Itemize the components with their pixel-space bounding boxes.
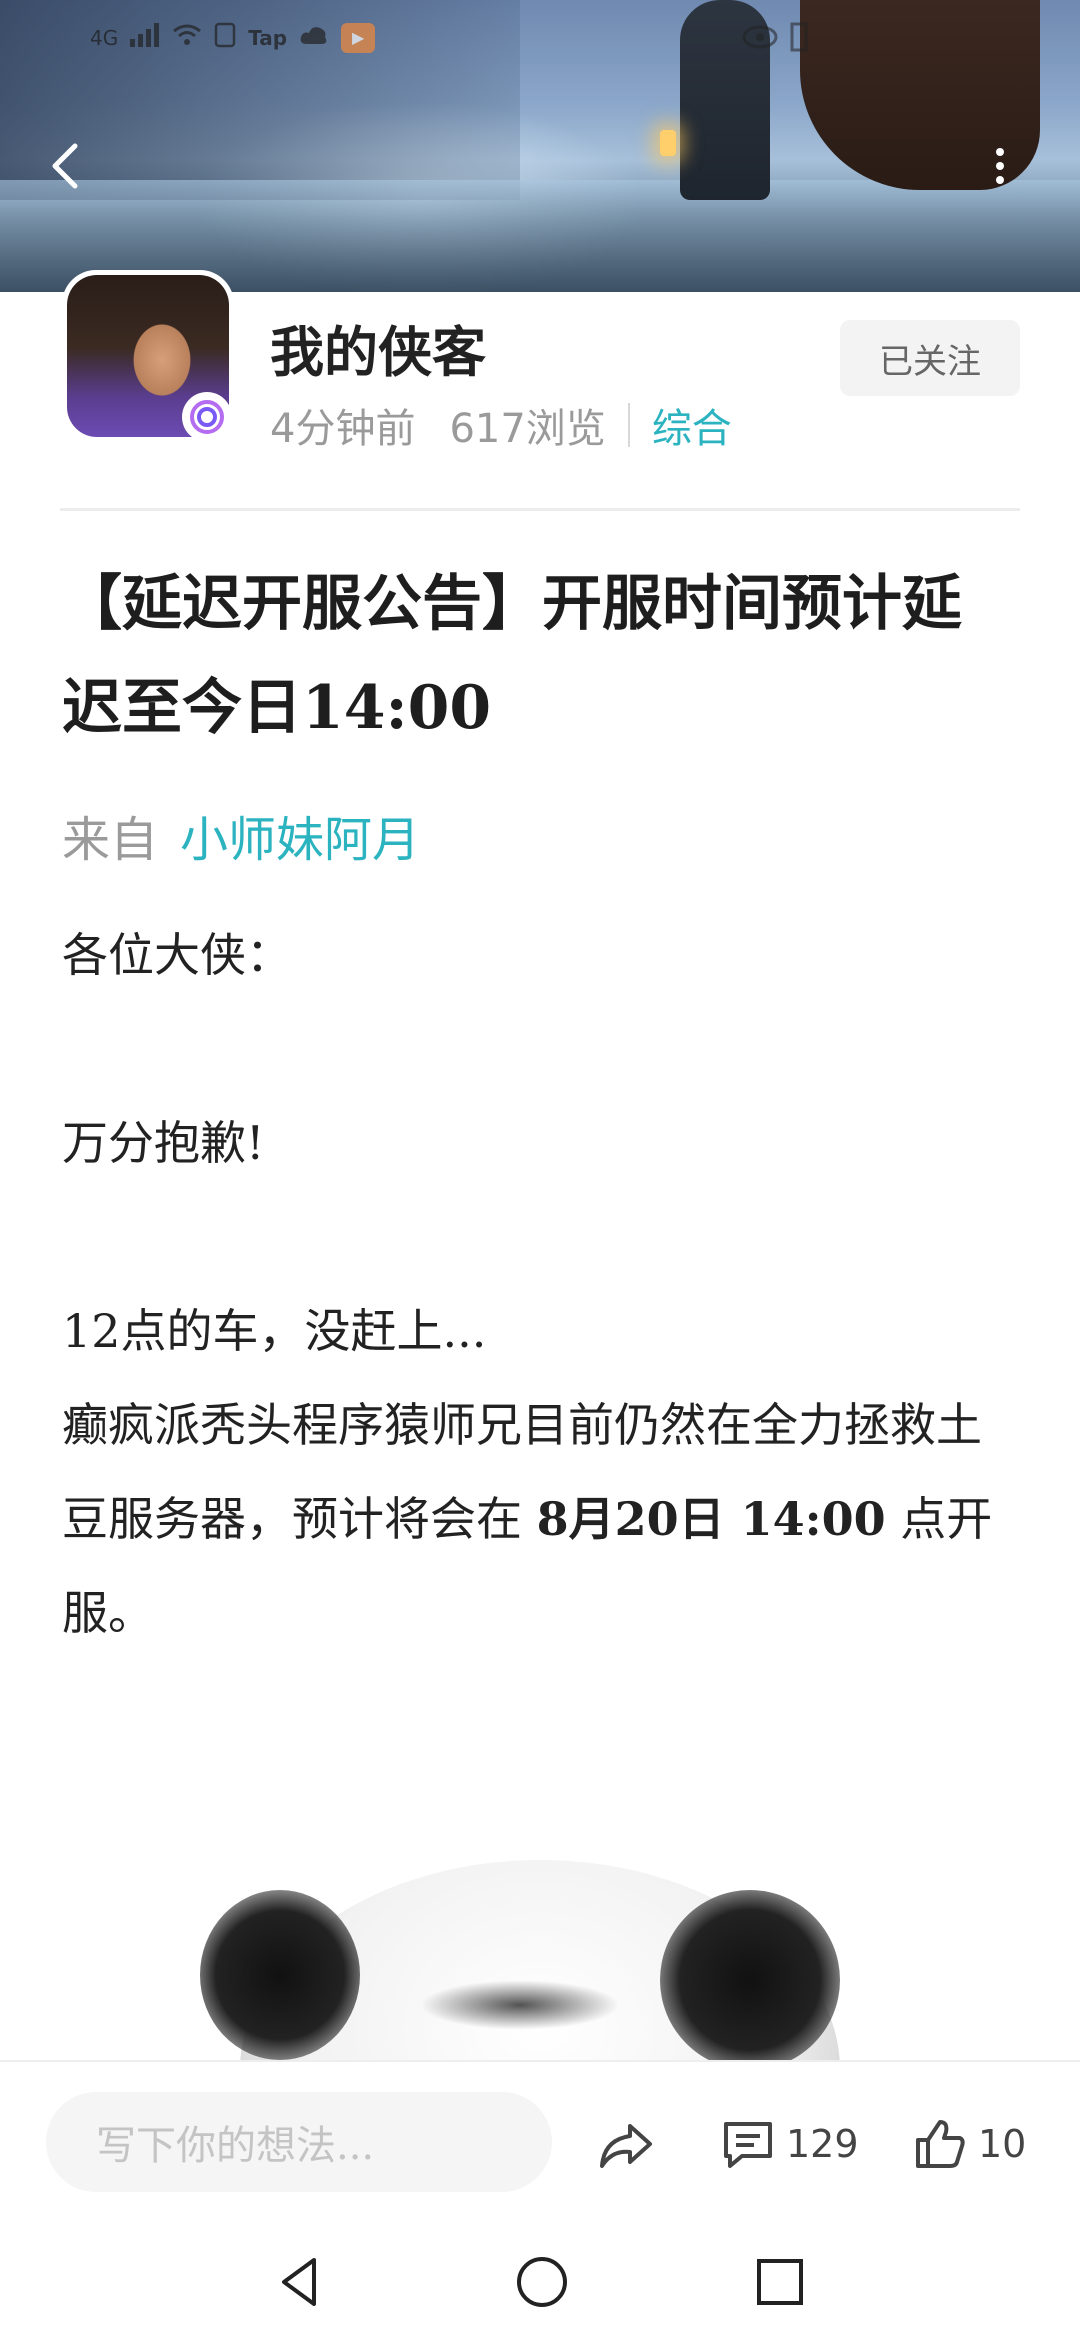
app-name[interactable]: 我的侠客 <box>270 308 486 387</box>
source-prefix: 来自 <box>62 812 159 868</box>
cloud-icon <box>299 24 329 51</box>
meta-divider <box>627 403 630 447</box>
chevron-left-icon <box>52 143 78 189</box>
like-button[interactable]: 10 <box>912 2112 1026 2176</box>
author-link[interactable]: 小师妹阿月 <box>180 812 420 868</box>
more-options-button[interactable] <box>980 140 1020 192</box>
greeting-paragraph: 各位大侠： <box>62 928 292 982</box>
system-back-button[interactable] <box>270 2252 330 2312</box>
panda-left-ear <box>200 1890 360 2060</box>
follow-button[interactable]: 已关注 <box>840 320 1020 396</box>
likes-count: 10 <box>978 2122 1027 2166</box>
view-count: 617浏览 <box>449 406 606 452</box>
comment-icon <box>724 2122 772 2168</box>
banner-lantern <box>660 130 676 156</box>
article-source: 来自 小师妹阿月 <box>62 800 420 870</box>
category-link[interactable]: 综合 <box>652 396 732 454</box>
notification-icon <box>214 22 236 53</box>
share-icon <box>600 2124 652 2168</box>
status-bar: 4G Tap ▶ <box>90 22 376 53</box>
post-meta: 4分钟前 617浏览 综合 <box>270 396 732 454</box>
apology-paragraph: 万分抱歉! <box>62 1116 265 1170</box>
system-recents-button[interactable] <box>750 2252 810 2312</box>
comments-count: 129 <box>786 2122 859 2166</box>
circle-home-icon <box>517 2257 567 2307</box>
video-app-icon: ▶ <box>341 22 376 53</box>
triangle-back-icon <box>282 2258 316 2306</box>
bottom-action-bar: 写下你的想法... 129 10 <box>0 2060 1080 2224</box>
system-nav-bar <box>0 2222 1080 2340</box>
official-badge-icon <box>182 392 232 442</box>
status-right-icons <box>740 22 1040 59</box>
signal-indicator: 4G <box>90 25 119 50</box>
article-title: 【延迟开服公告】开服时间预计延迟至今日14:00 <box>62 569 962 743</box>
square-recents-icon <box>757 2259 803 2305</box>
comments-button[interactable]: 129 <box>720 2112 859 2176</box>
panda-meme-image[interactable] <box>60 1820 1020 2060</box>
notice-paragraph: 癫疯派秃头程序猿师兄目前仍然在全力拯救土豆服务器，预计将会在 8月20日 14:… <box>62 1378 1022 1660</box>
wifi-icon <box>172 23 202 52</box>
header-banner: 4G Tap ▶ <box>0 0 1080 292</box>
delay-paragraph: 12点的车，没赶上... <box>62 1304 487 1358</box>
signal-bars-icon <box>130 23 160 52</box>
share-button[interactable] <box>596 2116 656 2176</box>
comment-input[interactable]: 写下你的想法... <box>46 2092 552 2192</box>
post-time: 4分钟前 <box>270 406 416 452</box>
header-divider <box>60 508 1020 511</box>
panda-right-ear <box>660 1890 840 2060</box>
article-body: 各位大侠： 万分抱歉! 12点的车，没赶上... 癫疯派秃头程序猿师兄目前仍然在… <box>62 908 1022 1660</box>
app-icon[interactable] <box>62 270 234 442</box>
tap-app-indicator: Tap <box>248 25 288 50</box>
panda-brow <box>420 1980 620 2030</box>
more-vertical-icon <box>996 148 1004 184</box>
system-home-button[interactable] <box>512 2252 572 2312</box>
thumbs-up-icon <box>916 2120 965 2168</box>
open-datetime: 8月20日 14:00 <box>536 1492 886 1546</box>
back-button[interactable] <box>38 140 90 192</box>
